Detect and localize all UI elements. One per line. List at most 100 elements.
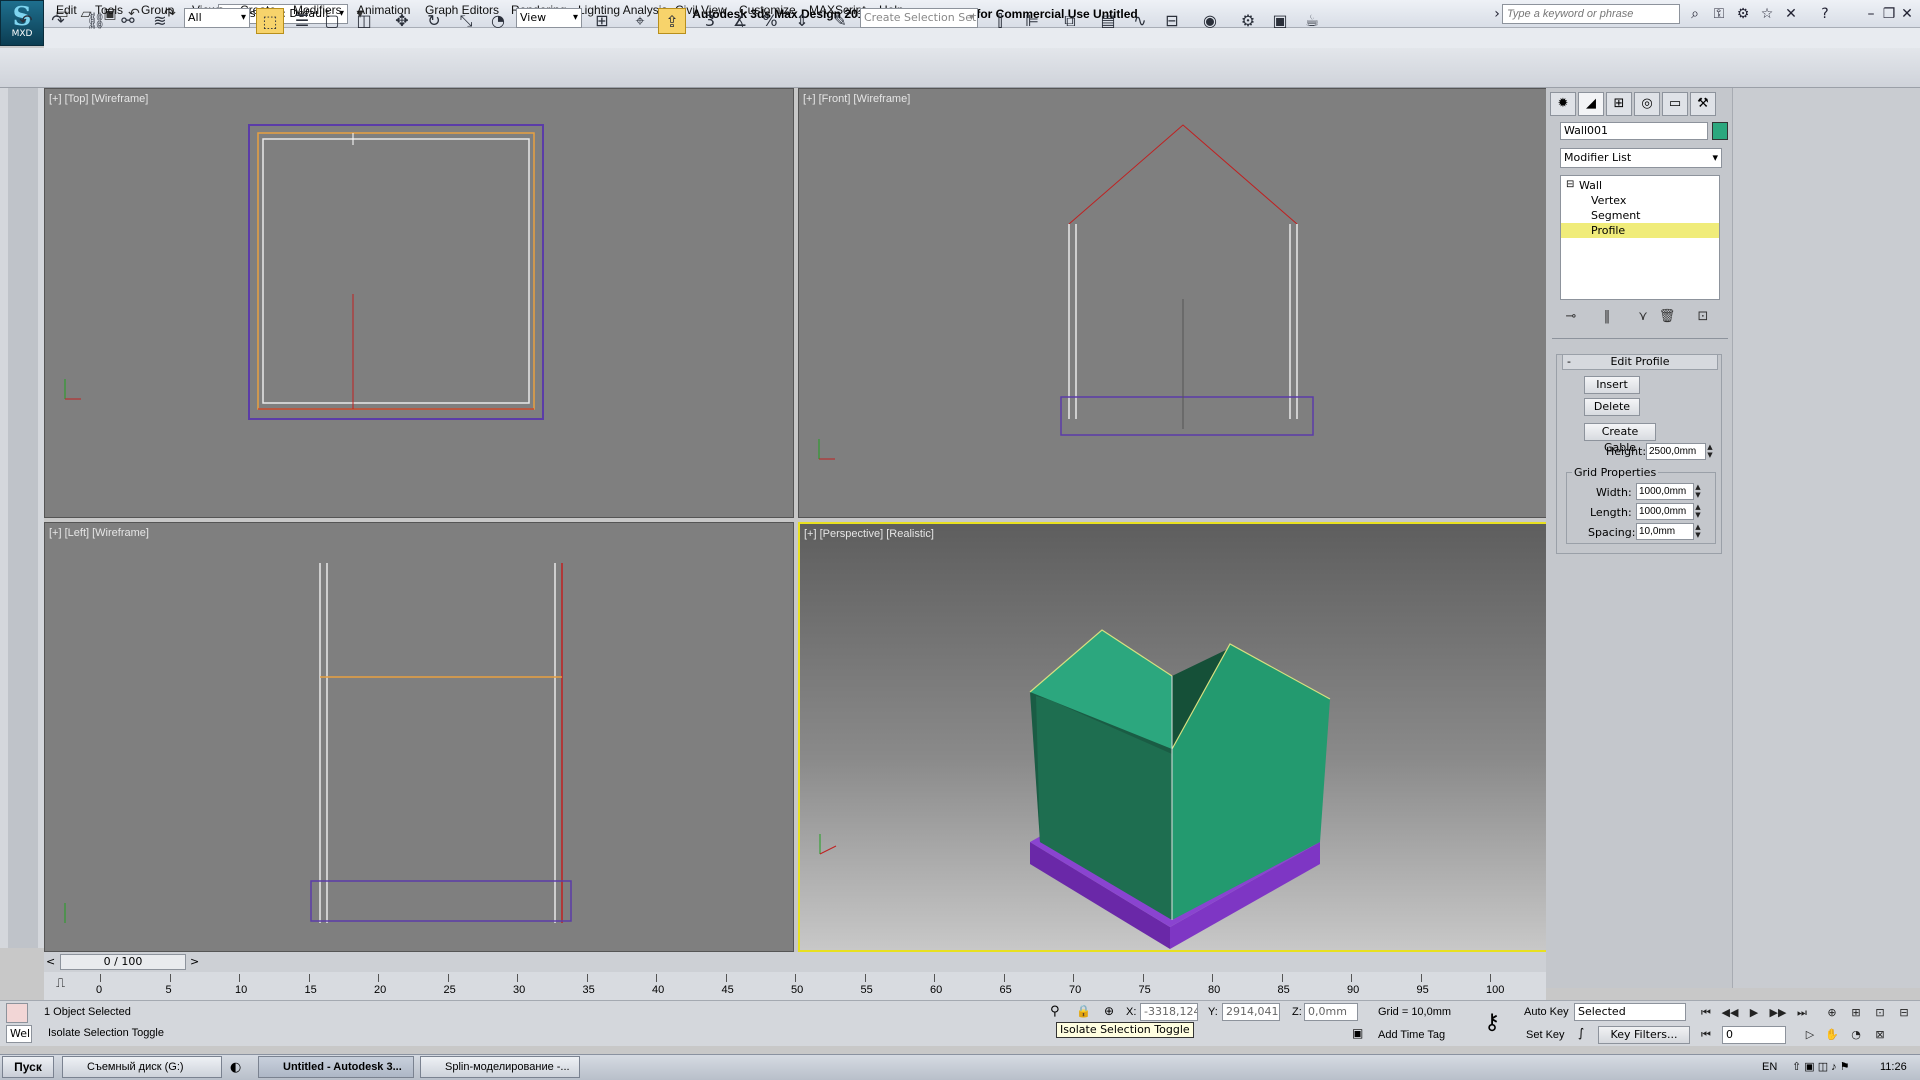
width-spinner-arrows-icon[interactable]: ▲ ▼: [1694, 483, 1702, 500]
add-time-tag-button[interactable]: Add Time Tag: [1378, 1026, 1445, 1044]
stack-item-segment[interactable]: Segment: [1561, 208, 1719, 223]
orbit-icon[interactable]: ◔: [1846, 1026, 1866, 1044]
spinner-snap-icon[interactable]: ⇕: [788, 8, 816, 34]
set-keys-key-icon[interactable]: ⚷: [1484, 1010, 1500, 1035]
create-panel-tab-icon[interactable]: ✹: [1550, 92, 1576, 116]
zoom-icon[interactable]: ⊕: [1822, 1004, 1842, 1022]
taskbar-item-drive[interactable]: Съемный диск (G:): [62, 1056, 222, 1078]
viewport-label-perspective[interactable]: [+] [Perspective] [Realistic]: [804, 528, 934, 540]
selection-lock-icon[interactable]: 🔒: [1076, 1004, 1091, 1018]
select-object-icon[interactable]: ⬚: [256, 8, 284, 34]
auto-key-button[interactable]: Auto Key: [1524, 1003, 1569, 1021]
pan-view-icon[interactable]: ✋: [1822, 1026, 1842, 1044]
length-spinner[interactable]: 1000,0mm: [1636, 503, 1694, 520]
place-object-icon[interactable]: ◔: [484, 8, 512, 34]
window-crossing-icon[interactable]: ◫: [350, 8, 378, 34]
isolate-selection-icon[interactable]: ⚲: [1050, 1004, 1060, 1019]
configure-modifier-sets-icon[interactable]: ⊡: [1692, 306, 1714, 328]
browser-icon[interactable]: ◐: [230, 1060, 241, 1075]
maxscript-listener-pink[interactable]: [6, 1003, 28, 1023]
modify-panel-tab-icon[interactable]: ◢: [1578, 92, 1604, 116]
height-spinner-arrows-icon[interactable]: ▲ ▼: [1706, 443, 1714, 460]
maximize-viewport-icon[interactable]: ⊠: [1870, 1026, 1890, 1044]
time-slider-next-button[interactable]: >: [190, 955, 199, 968]
start-button[interactable]: Пуск: [2, 1056, 54, 1078]
help-icon[interactable]: ?: [1814, 4, 1836, 24]
favorites-star-icon[interactable]: ☆: [1756, 4, 1778, 24]
key-mode-toggle-icon[interactable]: ⏮: [1696, 1026, 1716, 1044]
create-gable-button[interactable]: Create Gable: [1584, 423, 1656, 454]
go-to-end-icon[interactable]: ⏭: [1792, 1004, 1812, 1022]
z-coordinate-field[interactable]: 0,0mm: [1304, 1003, 1358, 1021]
subscription-icon[interactable]: ⚙: [1732, 4, 1754, 24]
utilities-panel-tab-icon[interactable]: ⚒: [1690, 92, 1716, 116]
insert-button[interactable]: Insert: [1584, 376, 1640, 394]
taskbar-item-word[interactable]: Splin-моделирование -...: [420, 1056, 580, 1078]
edit-named-selection-icon[interactable]: ✎: [826, 8, 854, 34]
mini-listener-field[interactable]: Wel: [6, 1025, 32, 1043]
stack-item-wall[interactable]: Wall: [1561, 178, 1719, 193]
motion-panel-tab-icon[interactable]: ◎: [1634, 92, 1660, 116]
close-icon[interactable]: ✕: [1896, 4, 1918, 24]
pivot-center-icon[interactable]: ⊞: [588, 8, 616, 34]
graphite-ribbon-icon[interactable]: ▤: [1094, 8, 1122, 34]
viewport-front[interactable]: [+] [Front] [Wireframe]: [798, 88, 1548, 518]
spacing-spinner-arrows-icon[interactable]: ▲ ▼: [1694, 523, 1702, 540]
time-slider-thumb[interactable]: 0 / 100: [60, 954, 186, 970]
select-and-scale-icon[interactable]: ⤡: [452, 8, 480, 34]
tray-icons[interactable]: ⇧ ▣ ◫ ♪ ⚑: [1792, 1056, 1850, 1078]
zoom-extents-all-icon[interactable]: ⊟: [1894, 1004, 1914, 1022]
play-icon[interactable]: ▶: [1744, 1004, 1764, 1022]
viewport-top[interactable]: [+] [Top] [Wireframe]: [44, 88, 794, 518]
time-slider-prev-button[interactable]: <: [46, 955, 55, 968]
align-icon[interactable]: ⊫: [1018, 8, 1046, 34]
viewport-left[interactable]: [+] [Left] [Wireframe]: [44, 522, 794, 952]
select-and-link-icon[interactable]: ⛓: [82, 8, 110, 34]
hierarchy-panel-tab-icon[interactable]: ⊞: [1606, 92, 1632, 116]
y-coordinate-field[interactable]: 2914,041m: [1222, 1003, 1280, 1021]
layer-explorer-icon[interactable]: ⧉: [1056, 8, 1084, 34]
rollout-title[interactable]: - Edit Profile: [1562, 354, 1718, 370]
x-coordinate-field[interactable]: -3318,124: [1140, 1003, 1198, 1021]
viewport-label-left[interactable]: [+] [Left] [Wireframe]: [49, 527, 149, 539]
current-frame-field[interactable]: 0: [1722, 1026, 1786, 1044]
angle-snap-icon[interactable]: ∡: [726, 8, 754, 34]
absolute-transform-icon[interactable]: ⊕: [1104, 1004, 1114, 1018]
zoom-all-icon[interactable]: ⊞: [1846, 1004, 1866, 1022]
make-unique-icon[interactable]: ⋎: [1632, 306, 1654, 328]
width-spinner[interactable]: 1000,0mm: [1636, 483, 1694, 500]
pin-stack-icon[interactable]: ⊸: [1560, 306, 1582, 328]
stack-item-vertex[interactable]: Vertex: [1561, 193, 1719, 208]
rectangular-selection-icon[interactable]: ▢: [318, 8, 346, 34]
named-selection-set-dropdown[interactable]: Create Selection Set: [860, 8, 978, 28]
field-of-view-icon[interactable]: ▷: [1800, 1026, 1820, 1044]
exchange-icon[interactable]: ✕: [1780, 4, 1802, 24]
next-frame-icon[interactable]: ▶▶: [1768, 1004, 1788, 1022]
previous-frame-icon[interactable]: ◀◀: [1720, 1004, 1740, 1022]
unlink-selection-icon[interactable]: ⚯: [114, 8, 142, 34]
delete-button[interactable]: Delete: [1584, 398, 1640, 416]
percent-snap-icon[interactable]: %: [756, 8, 784, 34]
keyboard-shortcut-override-icon[interactable]: ⇪: [658, 8, 686, 34]
render-production-icon[interactable]: ☕: [1298, 8, 1326, 34]
material-editor-icon[interactable]: ◉: [1196, 8, 1224, 34]
snaps-toggle-icon[interactable]: 3: [696, 8, 724, 34]
binoculars-icon[interactable]: ⌕: [1684, 4, 1706, 24]
length-spinner-arrows-icon[interactable]: ▲ ▼: [1694, 503, 1702, 520]
track-bar-curve-icon[interactable]: ⎍: [56, 976, 65, 991]
object-color-swatch[interactable]: [1712, 122, 1728, 140]
select-and-rotate-icon[interactable]: ↻: [420, 8, 448, 34]
remove-modifier-icon[interactable]: 🗑: [1656, 306, 1678, 328]
time-slider[interactable]: [44, 952, 1546, 972]
modifier-list-dropdown[interactable]: Modifier List: [1560, 148, 1722, 168]
go-to-start-icon[interactable]: ⏮: [1696, 1004, 1716, 1022]
time-tag-icon[interactable]: ▣: [1352, 1026, 1363, 1040]
language-indicator[interactable]: EN: [1762, 1056, 1777, 1078]
show-end-result-icon[interactable]: ‖: [1596, 306, 1618, 328]
viewport-perspective[interactable]: [+] [Perspective] [Realistic]: [798, 522, 1548, 952]
key-mode-dropdown[interactable]: Selected: [1574, 1003, 1686, 1021]
key-tangent-icon[interactable]: ∫: [1578, 1026, 1584, 1040]
reference-coordinate-dropdown[interactable]: View: [516, 8, 582, 28]
search-input[interactable]: Type a keyword or phrase: [1502, 4, 1680, 24]
set-key-button[interactable]: Set Key: [1526, 1026, 1565, 1044]
